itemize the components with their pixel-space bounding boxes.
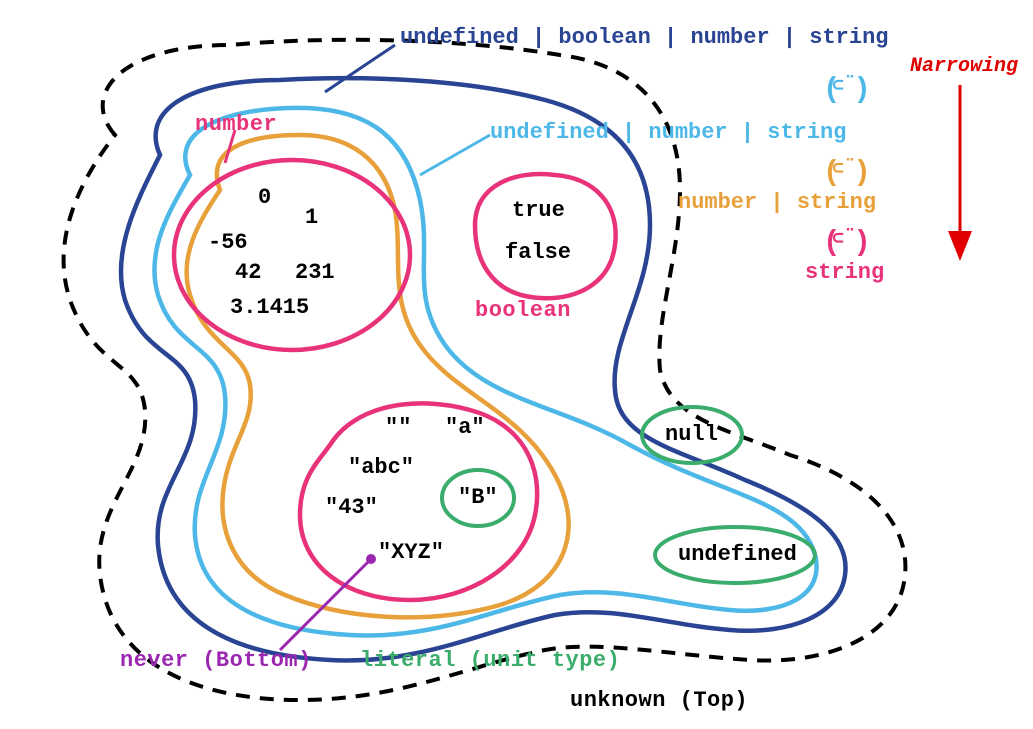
bool-true: true (512, 198, 565, 223)
num-42: 42 (235, 260, 261, 285)
subset-2-wrap: () (823, 156, 884, 189)
label-number: number (195, 112, 277, 137)
leader-sky (420, 135, 490, 175)
str-xyz: "XYZ" (378, 540, 444, 565)
label-unknown: unknown (Top) (570, 688, 748, 713)
num-pi: 3.1415 (230, 295, 309, 320)
str-B: "B" (458, 485, 498, 510)
leader-navy (325, 45, 395, 92)
num-1: 1 (305, 205, 318, 230)
num-231: 231 (295, 260, 335, 285)
num-0: 0 (258, 185, 271, 210)
str-a: "a" (445, 415, 485, 440)
legend-l3: number | string (678, 190, 876, 215)
legend-l1: undefined | boolean | number | string (400, 25, 888, 50)
str-43: "43" (325, 495, 378, 520)
subset-1-wrap: () (823, 73, 884, 106)
set-number (174, 160, 410, 350)
val-null: null (665, 422, 718, 447)
legend-l4: string (805, 260, 884, 285)
label-boolean: boolean (475, 298, 571, 323)
legend-l2: undefined | number | string (490, 120, 846, 145)
bool-false: false (505, 240, 571, 265)
type-diagram-svg (0, 0, 1033, 729)
str-abc: "abc" (348, 455, 414, 480)
subset-3-wrap: () (823, 226, 884, 259)
label-narrowing: Narrowing (910, 55, 1018, 78)
set-boolean (475, 174, 616, 298)
num-neg56: -56 (208, 230, 248, 255)
set-union-4 (121, 78, 846, 660)
label-literal: literal (unit type) (360, 648, 620, 673)
label-never: never (Bottom) (120, 648, 312, 673)
val-undefined: undefined (678, 542, 797, 567)
never-point (366, 554, 376, 564)
str-empty: "" (385, 415, 411, 440)
